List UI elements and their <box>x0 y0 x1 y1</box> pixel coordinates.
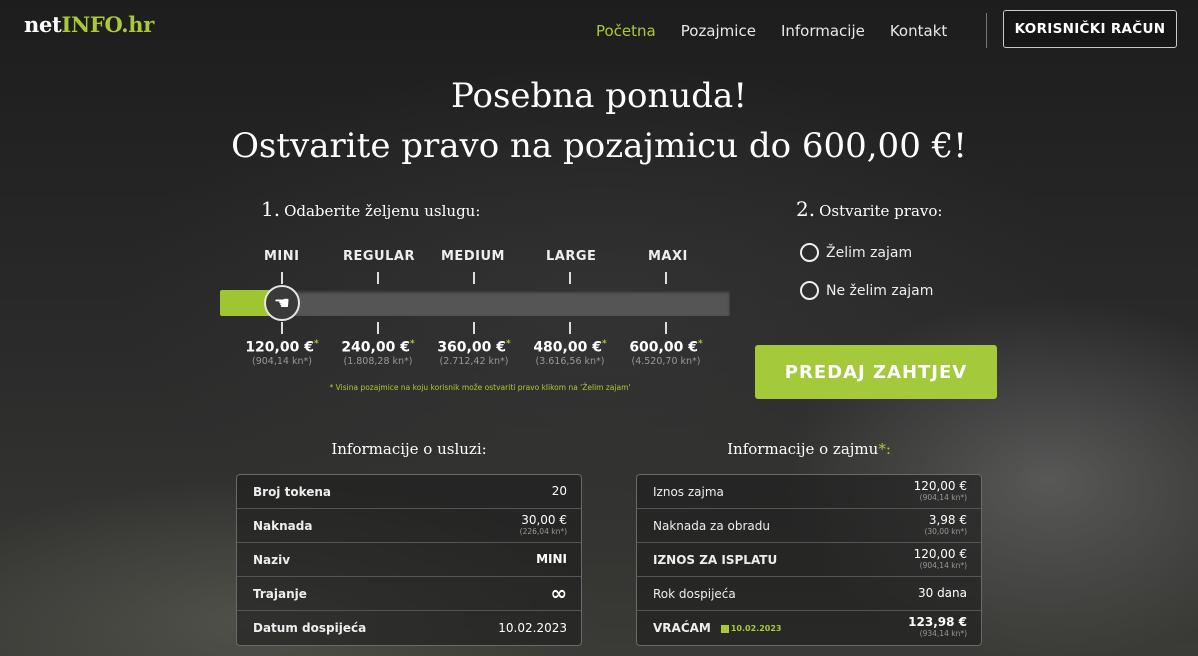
radio-no-loan[interactable]: Ne želim zajam <box>800 281 933 300</box>
price-large: 480,00 €* <box>533 339 607 356</box>
service-info-table: Broj tokena 20 Naknada 30,00 € (226,04 kn… <box>236 474 582 646</box>
kn-regular: (1.808,28 kn*) <box>343 356 413 367</box>
nav-divider <box>986 13 987 48</box>
price-regular: 240,00 €* <box>341 339 415 356</box>
tick-bottom <box>281 322 283 334</box>
tick-top <box>473 272 475 284</box>
table-row: IZNOS ZA ISPLATU 120,00 € (904,14 kn*) <box>637 543 981 577</box>
tick-bottom <box>665 322 667 334</box>
main-nav: Početna Pozajmice Informacije Kontakt <box>596 22 972 40</box>
tier-large[interactable]: LARGE <box>546 249 596 264</box>
table-row: Datum dospijeća 10.02.2023 <box>253 620 567 635</box>
tier-medium[interactable]: MEDIUM <box>441 249 505 264</box>
tick-top <box>377 272 379 284</box>
table-row: Naknada za obradu 3,98 € (30,00 kn*) <box>637 509 981 543</box>
nav-kontakt[interactable]: Kontakt <box>890 22 947 40</box>
kn-large: (3.616,56 kn*) <box>535 356 605 367</box>
radio-circle-icon[interactable] <box>800 281 819 300</box>
radio-want-loan[interactable]: Želim zajam <box>800 243 912 262</box>
hand-cursor-icon: ☚ <box>273 292 291 314</box>
table-row: Rok dospijeća 30 dana <box>637 577 981 611</box>
price-mini: 120,00 €* <box>245 339 319 356</box>
slider-footnote: * Visina pozajmice na koju korisnik može… <box>329 383 631 392</box>
table-row: Trajanje ∞ <box>237 577 581 611</box>
tick-top <box>569 272 571 284</box>
slider-handle[interactable]: ☚ <box>264 285 300 321</box>
calendar-icon <box>720 624 729 633</box>
price-maxi: 600,00 €* <box>629 339 703 356</box>
tier-regular[interactable]: REGULAR <box>343 249 415 264</box>
loan-info-title: Informacije o zajmu*: <box>727 440 891 458</box>
service-info-title: Informacije o usluzi: <box>331 440 487 458</box>
infinity-icon: ∞ <box>550 581 567 605</box>
tier-mini[interactable]: MINI <box>264 249 300 264</box>
tick-top <box>665 272 667 284</box>
account-button[interactable]: KORISNIČKI RAČUN <box>1003 10 1177 48</box>
nav-informacije[interactable]: Informacije <box>781 22 865 40</box>
nav-pozajmice[interactable]: Pozajmice <box>681 22 756 40</box>
kn-medium: (2.712,42 kn*) <box>439 356 509 367</box>
nav-pocetna[interactable]: Početna <box>596 22 656 40</box>
submit-request-button[interactable]: PREDAJ ZAHTJEV <box>755 345 997 399</box>
radio-circle-icon[interactable] <box>800 243 819 262</box>
kn-maxi: (4.520,70 kn*) <box>631 356 701 367</box>
step1-heading: 1. Odaberite željenu uslugu: <box>261 197 481 221</box>
step2-heading: 2. Ostvarite pravo: <box>796 197 943 221</box>
site-logo[interactable]: netINFO.hr <box>24 12 154 37</box>
tick-bottom <box>377 322 379 334</box>
table-row: VRAĆAM 10.02.2023 123,98 € (934,14 kn*) <box>653 615 967 638</box>
price-medium: 360,00 €* <box>437 339 511 356</box>
tick-bottom <box>473 322 475 334</box>
loan-info-table: Iznos zajma 120,00 € (904,14 kn*) Naknada… <box>636 474 982 646</box>
table-row: Naknada 30,00 € (226,04 kn*) <box>237 509 581 543</box>
tick-top <box>281 272 283 284</box>
table-row: Naziv MINI <box>237 543 581 577</box>
tick-bottom <box>569 322 571 334</box>
table-row: Iznos zajma 120,00 € (904,14 kn*) <box>637 475 981 509</box>
kn-mini: (904,14 kn*) <box>252 356 312 367</box>
tier-maxi[interactable]: MAXI <box>648 249 688 264</box>
table-row: Broj tokena 20 <box>237 475 581 509</box>
offer-title: Posebna ponuda! <box>450 76 747 116</box>
offer-subtitle: Ostvarite pravo na pozajmicu do 600,00 €… <box>231 126 967 166</box>
